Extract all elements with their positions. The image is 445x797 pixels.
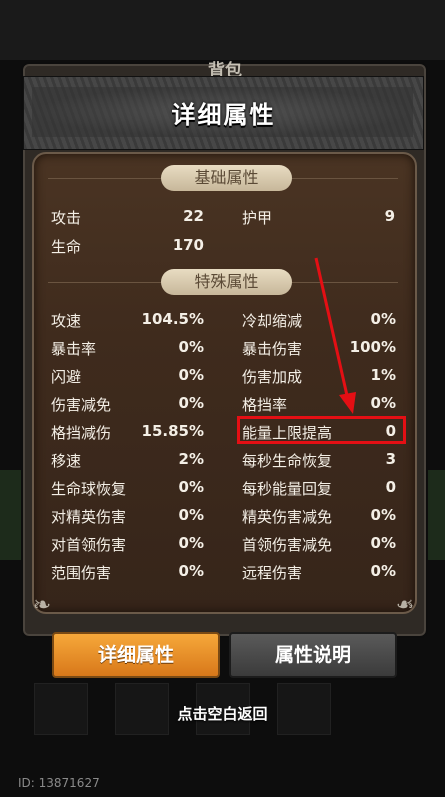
tab-attribute-explanation[interactable]: 属性说明	[229, 632, 397, 678]
tab-detail-attributes[interactable]: 详细属性	[52, 632, 220, 678]
user-id: ID: 13871627	[18, 776, 100, 790]
tap-to-return-hint[interactable]: 点击空白返回	[0, 703, 445, 724]
